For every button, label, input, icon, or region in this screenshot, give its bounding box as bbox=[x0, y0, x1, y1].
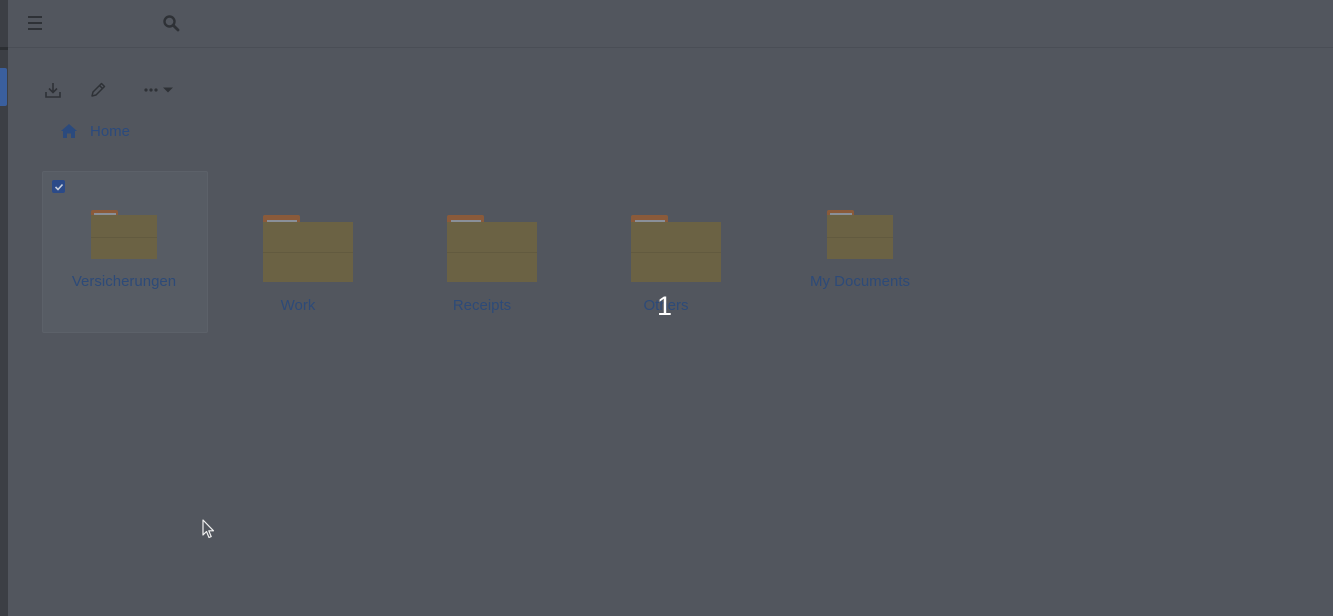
folder-name: Versicherungen bbox=[71, 273, 177, 290]
folder-icon bbox=[263, 215, 353, 282]
home-icon[interactable] bbox=[60, 123, 78, 139]
search-button[interactable] bbox=[160, 12, 182, 34]
download-button[interactable] bbox=[39, 76, 67, 104]
folder-icon bbox=[447, 215, 537, 282]
ellipsis-icon bbox=[144, 88, 158, 92]
folder-icon bbox=[631, 215, 721, 282]
more-actions-button[interactable] bbox=[138, 76, 178, 104]
hamburger-icon bbox=[28, 14, 42, 32]
breadcrumb-home-link[interactable]: Home bbox=[90, 123, 130, 140]
search-icon bbox=[163, 15, 180, 32]
pencil-icon bbox=[91, 82, 106, 97]
top-separator bbox=[0, 47, 8, 50]
folder-tile-work[interactable]: Work bbox=[226, 171, 370, 331]
folder-icon bbox=[91, 210, 157, 259]
folder-tile-versicherungen[interactable]: Versicherungen bbox=[42, 171, 206, 331]
edit-button[interactable] bbox=[84, 76, 112, 104]
folder-tile-my-documents[interactable]: My Documents bbox=[778, 171, 942, 331]
left-rail bbox=[0, 0, 8, 616]
caret-down-icon bbox=[163, 87, 173, 93]
mouse-pointer-icon bbox=[202, 519, 215, 539]
menu-button[interactable] bbox=[26, 14, 44, 32]
folder-name: Receipts bbox=[452, 297, 512, 314]
left-rail-active-indicator bbox=[0, 68, 7, 106]
download-icon bbox=[45, 83, 61, 98]
folder-tile-receipts[interactable]: Receipts bbox=[410, 171, 554, 331]
top-bar bbox=[8, 0, 1333, 48]
folder-name: Work bbox=[280, 297, 316, 314]
folder-icon bbox=[827, 210, 893, 259]
breadcrumb: Home bbox=[60, 120, 130, 142]
step-number-overlay: 1 bbox=[657, 291, 673, 321]
folder-name: My Documents bbox=[809, 273, 911, 290]
